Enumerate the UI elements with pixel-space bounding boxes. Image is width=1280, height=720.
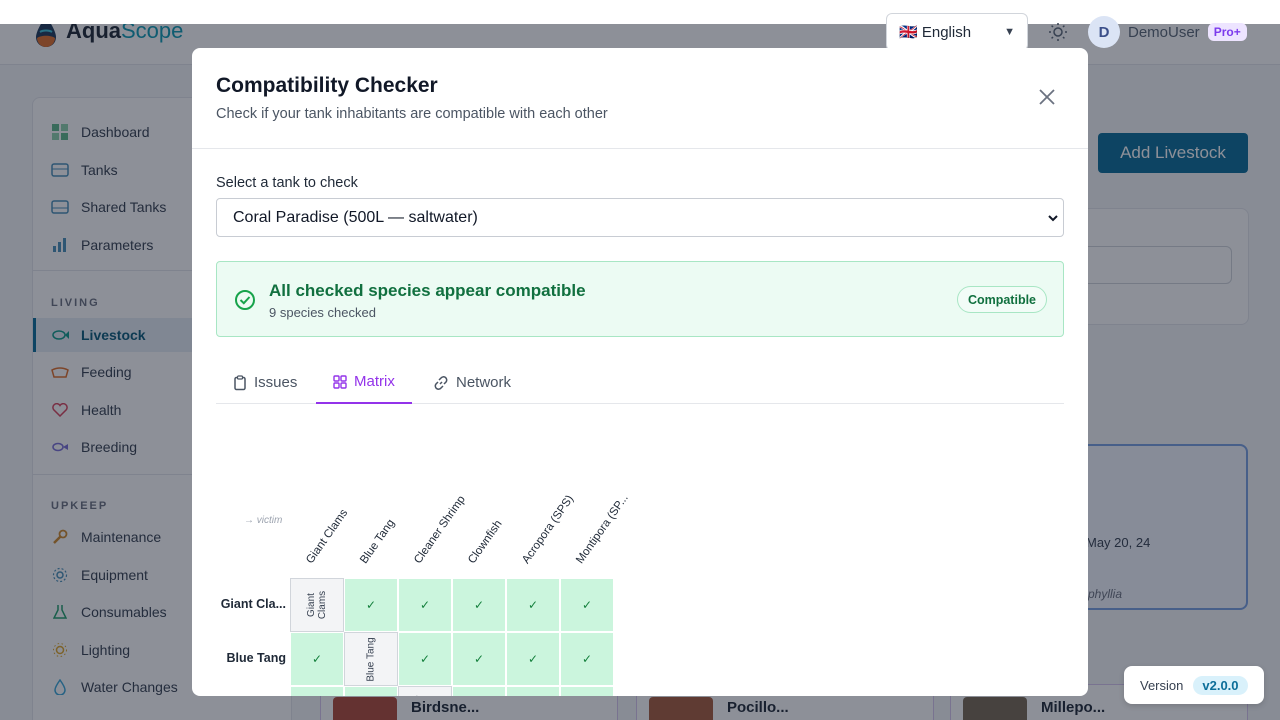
check-icon: ✓ — [527, 598, 539, 612]
avatar: D — [1088, 16, 1120, 48]
matrix-column-header: Acropora (SPS) — [520, 493, 577, 566]
check-icon: ✓ — [419, 652, 431, 666]
grid-icon — [333, 374, 347, 389]
compatibility-checker-modal: Compatibility Checker Check if your tank… — [192, 48, 1088, 696]
matrix-cell-compatible[interactable]: ✓ — [344, 686, 398, 696]
modal-subtitle: Check if your tank inhabitants are compa… — [216, 106, 608, 122]
matrix-cell-compatible[interactable]: ✓ — [560, 578, 614, 632]
self-label: Blue Tang — [365, 636, 377, 682]
matrix-column-header: Giant Clams — [304, 507, 351, 566]
check-icon: ✓ — [419, 598, 431, 612]
modal-body: Select a tank to check Coral Paradise (5… — [192, 149, 1088, 404]
check-icon: ✓ — [473, 652, 485, 666]
tab-matrix[interactable]: Matrix — [316, 361, 412, 404]
matrix-cell-compatible[interactable]: ✓ — [290, 632, 344, 686]
check-icon: ✓ — [365, 598, 377, 612]
tab-network[interactable]: Network — [416, 361, 528, 404]
matrix-cell-compatible[interactable]: ✓ — [398, 578, 452, 632]
matrix-cell-compatible[interactable]: ✓ — [290, 686, 344, 696]
matrix-cell-self[interactable]: Cleaner Shrimp — [398, 686, 452, 696]
plan-badge: Pro+ — [1207, 23, 1247, 41]
user-name: DemoUser — [1128, 23, 1200, 41]
chevron-down-icon — [1048, 215, 1058, 222]
matrix-column-header: Blue Tang — [358, 517, 398, 566]
matrix-column-header: Clownfish — [466, 518, 505, 566]
matrix-cell-compatible[interactable]: ✓ — [452, 632, 506, 686]
language-select[interactable]: 🇬🇧 English ▼ — [886, 13, 1028, 51]
matrix-cell-compatible[interactable]: ✓ — [560, 632, 614, 686]
version-label: Version — [1140, 677, 1184, 693]
status-badge: Compatible — [956, 286, 1047, 313]
modal-title: Compatibility Checker — [216, 74, 438, 97]
user-menu[interactable]: D DemoUser Pro+ — [1088, 16, 1247, 48]
check-circle-icon — [235, 290, 255, 310]
matrix-cell-self[interactable]: Blue Tang — [344, 632, 398, 686]
tank-select-value: Coral Paradise (500L — saltwater) — [233, 208, 478, 226]
check-icon: ✓ — [581, 598, 593, 612]
clipboard-icon — [234, 374, 246, 390]
self-label: Cleaner Shrimp — [414, 688, 436, 696]
tab-issues[interactable]: Issues — [216, 361, 314, 404]
result-title: All checked species appear compatible — [269, 281, 586, 300]
species-count: 9 species checked — [269, 305, 376, 320]
tank-select-label: Select a tank to check — [216, 175, 358, 191]
check-icon: ✓ — [527, 652, 539, 666]
matrix-row-header: Blue Tang — [226, 651, 287, 665]
check-icon: ✓ — [473, 598, 485, 612]
victim-axis-label: → victim — [244, 515, 283, 526]
language-label: 🇬🇧 English — [899, 24, 972, 41]
version-badge: v2.0.0 — [1193, 675, 1248, 695]
tab-label: Network — [456, 374, 512, 391]
tab-label: Issues — [254, 374, 298, 391]
matrix-cell-compatible[interactable]: ✓ — [398, 632, 452, 686]
self-label: Giant Clams — [306, 590, 328, 620]
matrix-cell-self[interactable]: Giant Clams — [290, 578, 344, 632]
modal-header: Compatibility Checker Check if your tank… — [192, 48, 1088, 149]
chevron-down-icon: ▼ — [1004, 26, 1015, 38]
compatibility-matrix: → victim Giant Clams Blue Tang Cleaner Shr… — [216, 448, 1064, 696]
matrix-column-header: Montipora (SP... — [574, 492, 631, 566]
link-icon — [434, 375, 448, 390]
matrix-cell-compatible[interactable]: ✓ — [344, 578, 398, 632]
version-indicator: Version v2.0.0 — [1124, 666, 1264, 704]
tank-select[interactable]: Coral Paradise (500L — saltwater) — [216, 198, 1064, 237]
close-icon[interactable] — [1036, 86, 1058, 108]
theme-toggle-icon[interactable] — [1048, 22, 1068, 42]
matrix-row-header: Giant Cla... — [220, 597, 286, 611]
matrix-column-header: Cleaner Shrimp — [412, 493, 468, 566]
check-icon: ✓ — [581, 652, 593, 666]
matrix-cell-compatible[interactable]: ✓ — [452, 578, 506, 632]
matrix-cell-compatible[interactable]: ✓ — [560, 686, 614, 696]
matrix-cell-compatible[interactable]: ✓ — [506, 632, 560, 686]
compatibility-result: All checked species appear compatible 9 … — [216, 261, 1064, 337]
result-tabs: Issues Matrix Network — [216, 361, 1064, 404]
matrix-cell-compatible[interactable]: ✓ — [452, 686, 506, 696]
matrix-cell-compatible[interactable]: ✓ — [506, 686, 560, 696]
matrix-cell-compatible[interactable]: ✓ — [506, 578, 560, 632]
tab-label: Matrix — [354, 373, 395, 390]
check-icon: ✓ — [311, 652, 323, 666]
